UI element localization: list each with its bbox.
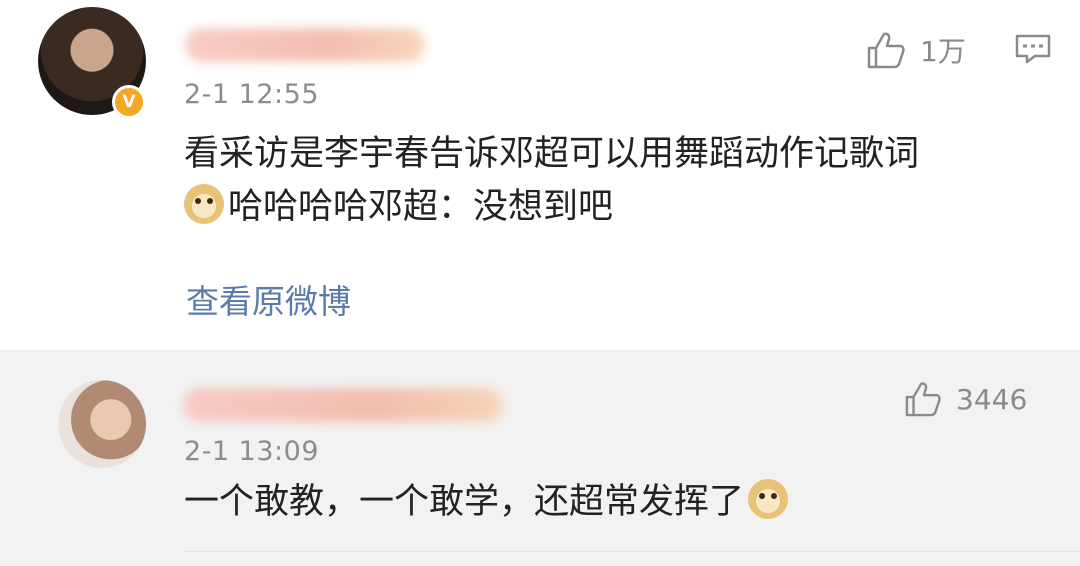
- comment-text: 一个敢教，一个敢学，还超常发挥了: [184, 476, 792, 529]
- verified-badge: V: [112, 85, 146, 119]
- username-blurred[interactable]: [183, 388, 503, 422]
- thumbs-up-icon: [867, 32, 905, 69]
- reply-icon[interactable]: [1015, 34, 1051, 64]
- comment-time: 2-1 13:09: [184, 436, 319, 467]
- like-button[interactable]: 3446: [904, 381, 1027, 417]
- divider: [184, 551, 1080, 552]
- avatar[interactable]: [58, 380, 146, 468]
- comment-text-line1: 看采访是李宇春告诉邓超可以用舞蹈动作记歌词: [184, 134, 920, 174]
- username-blurred[interactable]: [185, 28, 425, 62]
- like-count: 1万: [920, 35, 966, 68]
- comment-item-2: 2-1 13:09 3446 一个敢教，一个敢学，还超常发挥了: [0, 350, 1080, 566]
- view-original-link[interactable]: 查看原微博: [186, 275, 351, 323]
- comment-time: 2-1 12:55: [184, 79, 319, 110]
- thumbs-up-icon: [905, 382, 941, 417]
- doge-emoji-icon: [748, 479, 789, 519]
- comment-text-line2: 哈哈哈哈邓超：没想到吧: [184, 181, 1044, 234]
- comment-item-1: V 2-1 12:55 1万 看采访是李宇春告诉邓超可以用舞蹈动作记歌词 哈哈哈…: [0, 0, 1080, 350]
- comment-text-line2-content: 哈哈哈哈邓超：没想到吧: [228, 187, 614, 227]
- doge-emoji-icon: [184, 184, 224, 224]
- like-button[interactable]: 1万: [866, 30, 966, 70]
- comment-text: 看采访是李宇春告诉邓超可以用舞蹈动作记歌词 哈哈哈哈邓超：没想到吧: [184, 128, 1044, 234]
- like-count: 3446: [956, 382, 1028, 416]
- comment-text-content: 一个敢教，一个敢学，还超常发挥了: [184, 482, 745, 522]
